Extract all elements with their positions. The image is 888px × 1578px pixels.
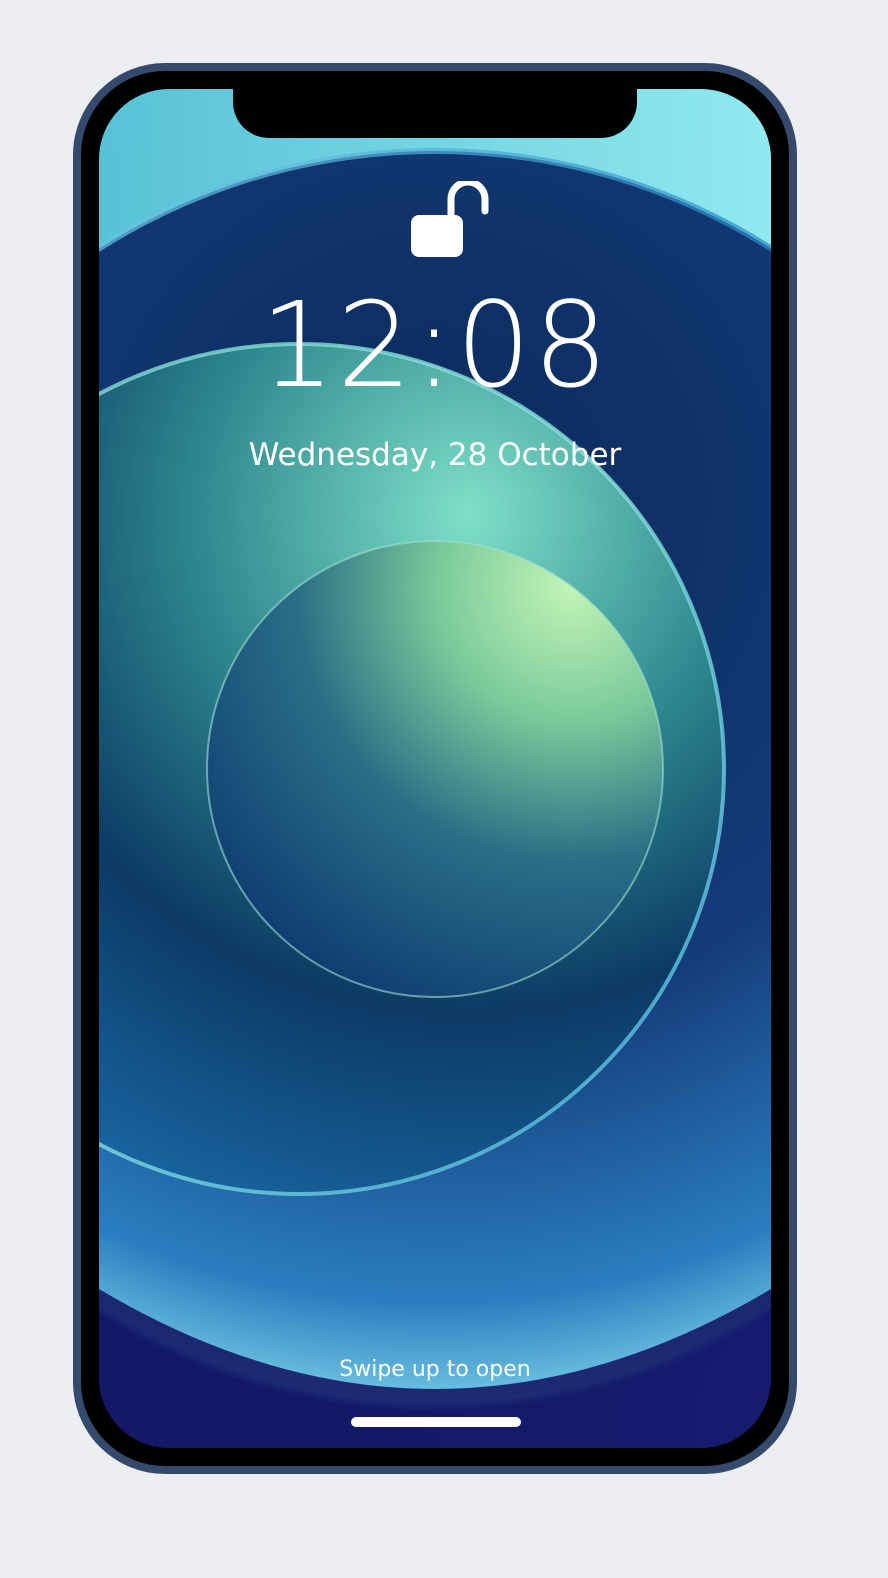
lock-screen[interactable]: 12:08 Wednesday, 28 October Swipe up to …: [99, 89, 771, 1448]
lock-screen-date: Wednesday, 28 October: [248, 437, 622, 473]
swipe-hint: Swipe up to open: [339, 1357, 531, 1382]
lock-screen-time: 12:08: [259, 276, 611, 414]
unlocked-padlock-icon: [407, 178, 491, 265]
home-indicator[interactable]: [351, 1417, 521, 1427]
phone-frame: 12:08 Wednesday, 28 October Swipe up to …: [73, 63, 797, 1474]
notch: [233, 89, 637, 138]
